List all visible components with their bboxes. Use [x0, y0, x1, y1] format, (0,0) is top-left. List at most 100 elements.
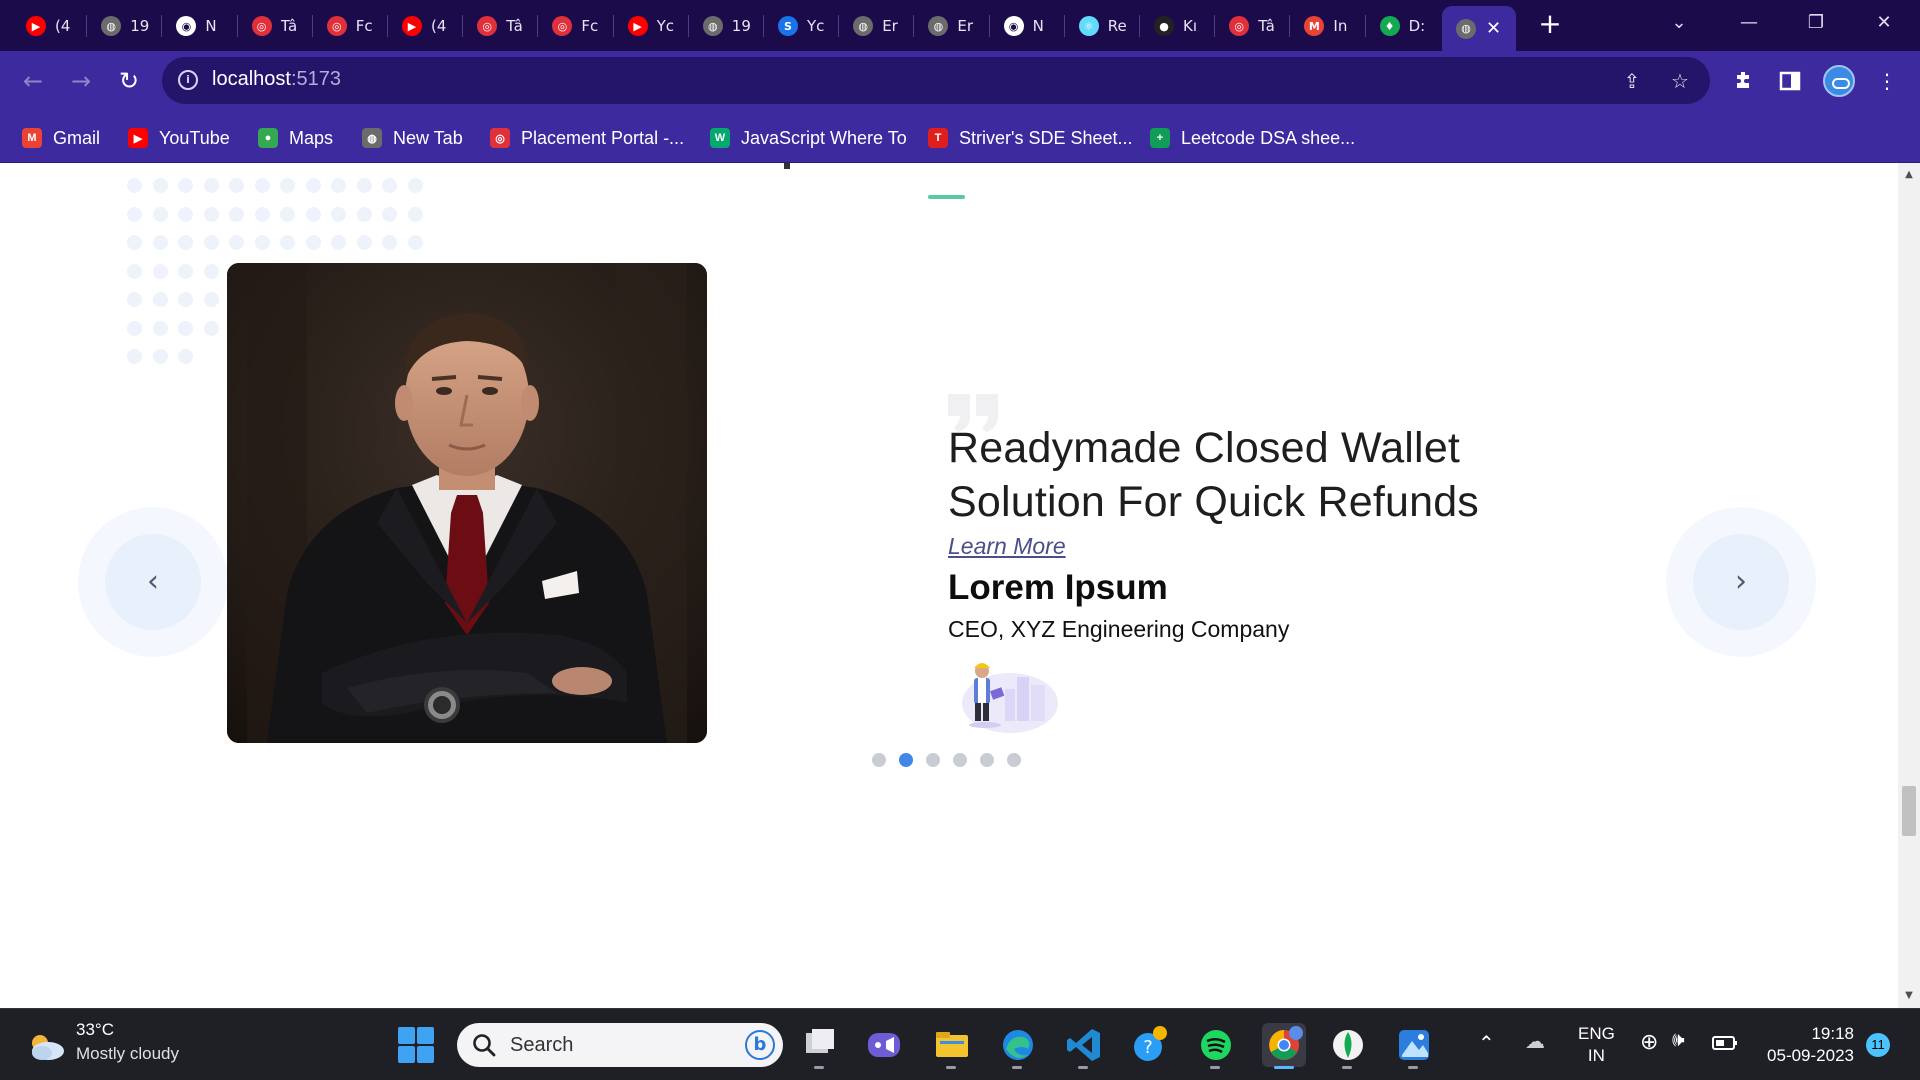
tab-separator	[161, 15, 163, 37]
search-icon	[473, 1034, 496, 1057]
browser-tab[interactable]: ▶ Yc	[614, 8, 679, 44]
sheets-icon: +	[1150, 128, 1170, 148]
browser-tab[interactable]: ● Kı	[1140, 8, 1205, 44]
file-explorer-icon[interactable]	[930, 1023, 974, 1069]
page-scrollbar[interactable]: ▲ ▼	[1898, 163, 1920, 1008]
browser-tab[interactable]: ◎ Fc	[313, 8, 378, 44]
bookmark-item[interactable]: ◍ New Tab	[362, 125, 463, 151]
notification-badge[interactable]: 11	[1866, 1033, 1890, 1057]
photos-icon[interactable]	[1392, 1023, 1436, 1069]
decor-dot	[178, 263, 193, 279]
browser-tab[interactable]: ◍ 19	[87, 8, 152, 44]
browser-tab[interactable]: ◍ Er	[914, 8, 979, 44]
bookmark-item[interactable]: T Striver's SDE Sheet...	[928, 125, 1133, 151]
chevron-right-icon: ›	[1693, 534, 1789, 630]
vscode-icon[interactable]	[1062, 1023, 1106, 1069]
bing-icon[interactable]: b	[745, 1030, 775, 1060]
file-view-icon[interactable]	[798, 1023, 842, 1069]
browser-tab[interactable]: ◎ Tâ	[238, 8, 303, 44]
scroll-down-arrow-icon[interactable]: ▼	[1898, 986, 1920, 1006]
system-clock[interactable]: 19:18 05-09-2023	[1762, 1023, 1854, 1067]
browser-tab[interactable]: ♦ D:	[1366, 8, 1431, 44]
volume-icon[interactable]: 🕪	[1672, 1029, 1685, 1052]
network-globe-icon[interactable]: ⊕	[1640, 1029, 1658, 1055]
pager-dot[interactable]	[872, 753, 886, 767]
profile-avatar[interactable]	[1823, 65, 1855, 97]
start-button-icon[interactable]	[398, 1027, 434, 1063]
browser-tab[interactable]: ◍ 19	[689, 8, 754, 44]
tab-separator	[462, 15, 464, 37]
new-tab-button[interactable]: +	[1534, 8, 1566, 42]
tab-title: 19	[731, 17, 751, 35]
browser-tab[interactable]: ⚛ Re	[1065, 8, 1130, 44]
side-panel-icon[interactable]	[1773, 64, 1807, 98]
edge-icon[interactable]	[996, 1023, 1040, 1069]
share-icon[interactable]: ⇪	[1618, 67, 1646, 95]
browser-tab[interactable]: ◉ N	[162, 8, 227, 44]
scroll-up-arrow-icon[interactable]: ▲	[1898, 165, 1920, 185]
taskbar-search[interactable]: Search b	[457, 1023, 783, 1067]
extensions-icon[interactable]	[1726, 64, 1760, 98]
weather-temperature[interactable]: 33°C	[76, 1020, 114, 1040]
reload-button[interactable]: ↻	[111, 63, 147, 99]
learn-more-link[interactable]: Learn More	[948, 533, 1066, 560]
decor-dot	[127, 263, 142, 279]
testimonial-headline: Readymade Closed Wallet Solution For Qui…	[948, 421, 1568, 529]
pager-dot[interactable]	[953, 753, 967, 767]
pager-dot[interactable]	[899, 753, 913, 767]
decor-dot	[203, 320, 219, 336]
battery-icon[interactable]	[1712, 1035, 1738, 1056]
meet-icon[interactable]	[862, 1023, 906, 1067]
onedrive-icon[interactable]: ☁	[1525, 1029, 1545, 1054]
browser-tab[interactable]: ◎ Tâ	[463, 8, 528, 44]
browser-tab[interactable]: ◍ Er	[839, 8, 904, 44]
bookmark-item[interactable]: ◎ Placement Portal -...	[490, 125, 684, 151]
site-info-icon[interactable]: i	[178, 70, 198, 90]
bookmark-item[interactable]: W JavaScript Where To	[710, 125, 907, 151]
close-window-button[interactable]: ✕	[1856, 6, 1912, 40]
tab-separator	[838, 15, 840, 37]
browser-tab[interactable]: ▶ (4	[12, 8, 77, 44]
address-bar[interactable]: i localhost:5173 ⇪ ☆	[162, 57, 1710, 104]
browser-tab[interactable]: ◎ Tâ	[1215, 8, 1280, 44]
back-button[interactable]: ←	[15, 63, 51, 99]
pager-dot[interactable]	[980, 753, 994, 767]
carousel-next-button[interactable]: ›	[1666, 507, 1816, 657]
url-text[interactable]: localhost:5173	[212, 68, 341, 91]
tab-search-icon[interactable]: ⌄	[1651, 6, 1707, 40]
help-icon[interactable]: ?	[1128, 1023, 1172, 1067]
scrollbar-thumb[interactable]	[1902, 786, 1916, 836]
tab-active[interactable]: ◍ ✕	[1442, 6, 1516, 51]
browser-tab[interactable]: ▶ (4	[388, 8, 453, 44]
close-tab-icon[interactable]: ✕	[1486, 18, 1501, 39]
github-icon: ●	[1154, 16, 1174, 36]
menu-kebab-icon[interactable]: ⋮	[1870, 64, 1904, 98]
browser-tab[interactable]: S Yc	[764, 8, 829, 44]
language-indicator[interactable]: ENG IN	[1578, 1023, 1615, 1067]
browser-tab[interactable]: ◉ N	[990, 8, 1055, 44]
bookmark-item[interactable]: ▶ YouTube	[128, 125, 230, 151]
chrome-icon[interactable]	[1262, 1023, 1306, 1069]
minimize-button[interactable]: —	[1721, 6, 1777, 40]
pager-dot[interactable]	[1007, 753, 1021, 767]
show-hidden-icons-icon[interactable]: ⌃	[1478, 1031, 1495, 1056]
running-indicator	[1210, 1066, 1220, 1069]
browser-tab[interactable]: ◎ Fc	[538, 8, 603, 44]
globe-icon: ◍	[362, 128, 382, 148]
bookmark-star-icon[interactable]: ☆	[1666, 67, 1694, 95]
bookmark-item[interactable]: ● Maps	[258, 125, 333, 151]
bookmark-item[interactable]: + Leetcode DSA shee...	[1150, 125, 1355, 151]
portal-icon: ◎	[490, 128, 510, 148]
cloudy-weather-icon[interactable]	[26, 1031, 66, 1061]
decor-dot	[203, 263, 219, 279]
forward-button[interactable]: →	[63, 63, 99, 99]
weather-description[interactable]: Mostly cloudy	[76, 1044, 179, 1064]
pager-dot[interactable]	[926, 753, 940, 767]
carousel-prev-button[interactable]: ‹	[78, 507, 228, 657]
restore-button[interactable]: ❐	[1788, 6, 1844, 40]
browser-tab[interactable]: M In	[1290, 8, 1355, 44]
headline-line-2: Solution For Quick Refunds	[948, 478, 1480, 526]
spotify-icon[interactable]	[1194, 1023, 1238, 1069]
mongodb-compass-icon[interactable]	[1326, 1023, 1370, 1069]
bookmark-item[interactable]: M Gmail	[22, 125, 100, 151]
